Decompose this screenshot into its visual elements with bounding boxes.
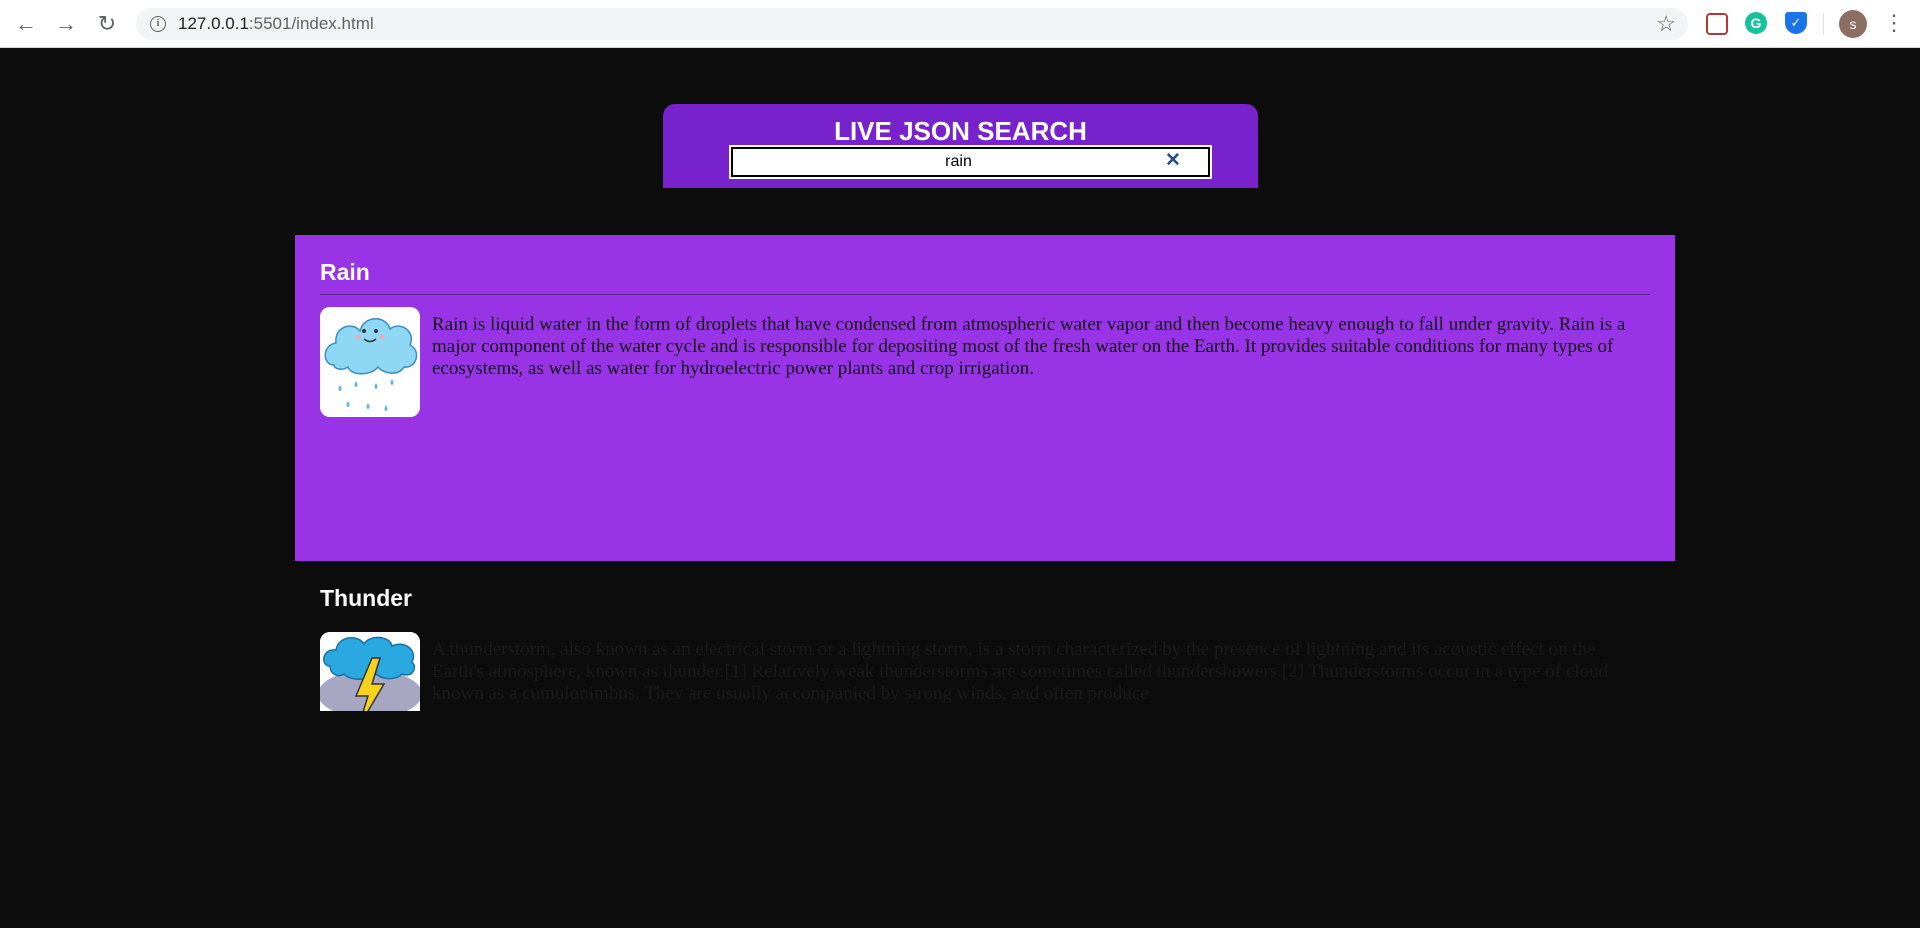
forward-arrow-icon[interactable]: →	[52, 10, 80, 38]
toolbar-divider	[1823, 13, 1824, 35]
shield-extension-icon[interactable]: ✓	[1785, 12, 1807, 34]
more-menu-icon[interactable]: ⋮	[1883, 9, 1905, 37]
profile-avatar[interactable]: s	[1839, 10, 1867, 38]
browser-toolbar: ← → ↻ i 127.0.0.1:5501/index.html ☆ G ✓ …	[0, 0, 1920, 48]
page-title: LIVE JSON SEARCH	[834, 116, 1087, 146]
result-item-thunder[interactable]: Thunder A thunderstorm, also known as an…	[295, 561, 1675, 711]
reload-icon[interactable]: ↻	[93, 10, 121, 38]
result-item-rain[interactable]: Rain Rain is liquid water in the form of…	[295, 235, 1675, 561]
search-header: LIVE JSON SEARCH ✕	[663, 104, 1258, 188]
pocket-extension-icon[interactable]	[1706, 13, 1728, 35]
result-body: A thunderstorm, also known as an electri…	[320, 632, 1650, 711]
clear-search-icon[interactable]: ✕	[1163, 150, 1183, 172]
bookmark-star-icon[interactable]: ☆	[1656, 11, 1676, 37]
result-description: Rain is liquid water in the form of drop…	[432, 314, 1626, 379]
grammarly-extension-icon[interactable]: G	[1745, 12, 1767, 34]
result-description: A thunderstorm, also known as an electri…	[432, 639, 1609, 704]
search-input[interactable]	[729, 145, 1212, 179]
rain-cloud-icon	[320, 307, 420, 417]
result-body: Rain is liquid water in the form of drop…	[320, 307, 1650, 417]
thunder-cloud-icon	[320, 632, 420, 711]
back-arrow-icon[interactable]: ←	[12, 10, 40, 38]
result-title: Rain	[320, 259, 1650, 295]
address-bar[interactable]: i 127.0.0.1:5501/index.html ☆	[136, 8, 1688, 40]
url-path: :5501/index.html	[248, 14, 374, 33]
results-list: Rain Rain is liquid water in the form of…	[295, 235, 1675, 711]
url-text[interactable]: 127.0.0.1:5501/index.html	[178, 14, 374, 34]
url-host: 127.0.0.1	[178, 14, 249, 33]
result-title: Thunder	[320, 585, 412, 611]
site-info-icon[interactable]: i	[150, 16, 166, 32]
